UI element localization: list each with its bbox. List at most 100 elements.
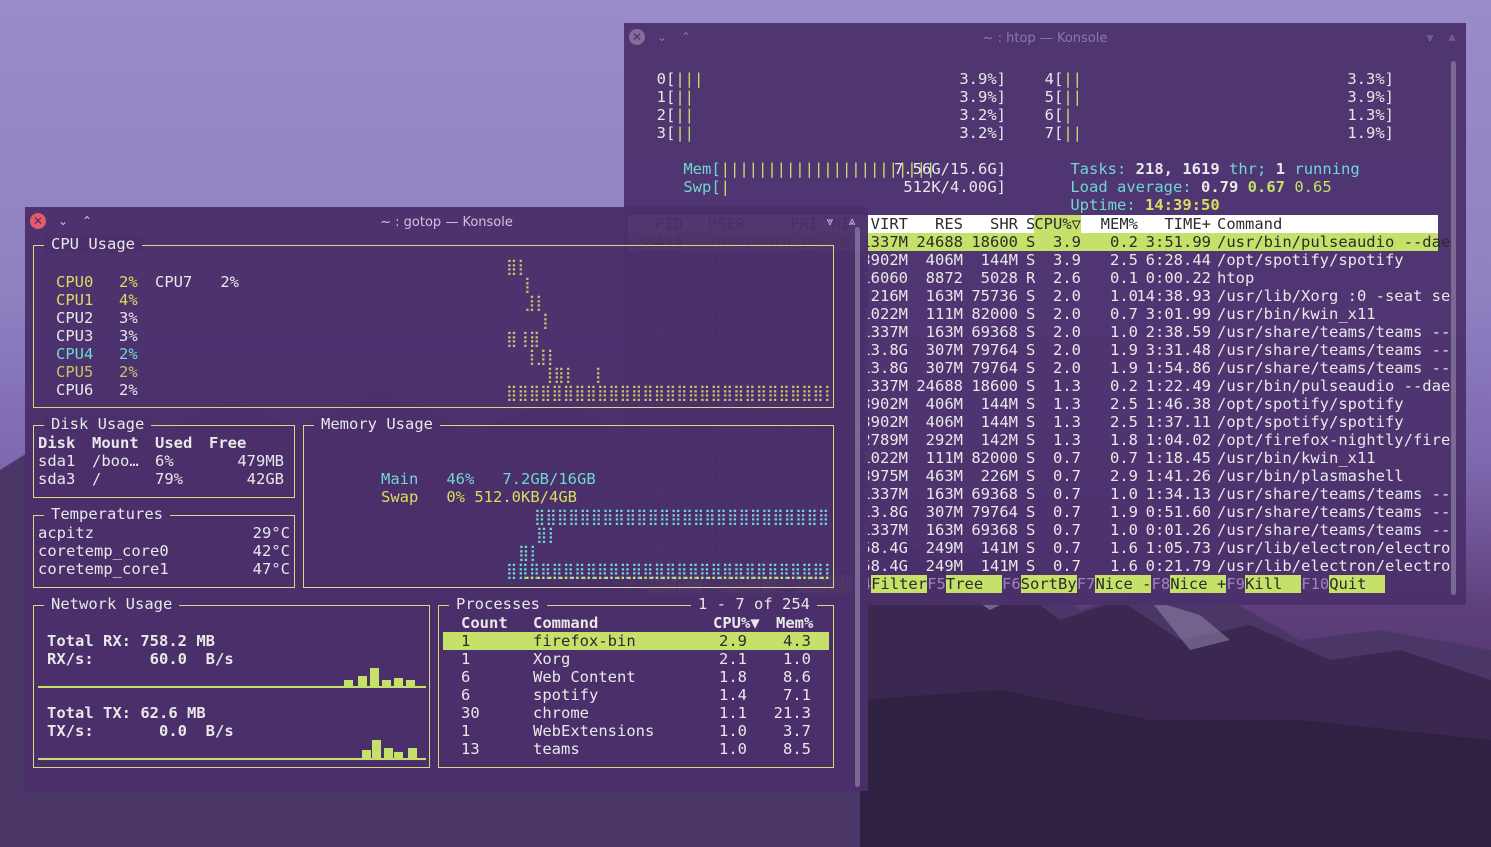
cpu-legend-item: CPU6 2% <box>56 381 138 399</box>
bracket: [ <box>666 124 676 142</box>
col-virt[interactable]: VIRT <box>871 215 908 233</box>
fkey-label: Filter <box>871 575 928 593</box>
disk-disk: sda1 <box>38 452 76 470</box>
free-col: Free <box>209 434 247 452</box>
cell-res: 163M <box>925 323 963 341</box>
col-res[interactable]: RES <box>935 215 963 233</box>
keep-above-icon[interactable]: ⩓ <box>1444 29 1460 45</box>
cell-mem: 1.8 <box>1110 431 1138 449</box>
col-shr[interactable]: SHR <box>990 215 1018 233</box>
cell-virt: 1337M <box>861 377 908 395</box>
bracket: [ <box>666 106 676 124</box>
cell-shr: 79764 <box>971 359 1018 377</box>
keep-below-icon[interactable]: ⩔ <box>1422 29 1438 45</box>
process-row[interactable]: 6 Web Content 1.8 8.6 <box>443 668 829 686</box>
tx-total-label: Total TX: <box>47 704 131 722</box>
cpu-meter-1: 1 [|| 3.9%] <box>646 88 1006 106</box>
cell-shr: 141M <box>980 539 1018 557</box>
cell-cmd: /opt/spotify/spotify <box>1217 251 1404 269</box>
processes-title: Processes <box>449 595 547 613</box>
col-mem[interactable]: MEM% <box>1101 215 1138 233</box>
cell-time: 1:22.49 <box>1145 377 1211 395</box>
fkey-f9[interactable]: F9Kill <box>1226 575 1302 593</box>
cpu-legend-item: CPU3 3% <box>56 327 138 345</box>
cell-s: S <box>1026 323 1036 341</box>
cpu-id: 3 <box>656 124 666 142</box>
scrollbar[interactable] <box>855 227 860 787</box>
keep-below-icon[interactable]: ⩔ <box>822 213 838 229</box>
disk-free: 42GB <box>246 470 284 488</box>
cell-cmd: /usr/lib/Xorg :0 -seat se <box>1217 287 1451 305</box>
process-row[interactable]: 6 spotify 1.4 7.1 <box>443 686 829 704</box>
fkey-key: F5 <box>927 575 946 593</box>
temp-value: 42°C <box>252 542 290 560</box>
cpu-bar-fill: ||| <box>675 70 704 88</box>
process-row[interactable]: 30 chrome 1.1 21.3 <box>443 704 829 722</box>
cpu-id: 5 <box>1044 88 1054 106</box>
proc-cpu: 1.0 <box>719 722 747 740</box>
cpu-bar: [|| <box>1054 70 1082 88</box>
process-row[interactable]: 1 firefox-bin 2.9 4.3 <box>443 632 829 650</box>
cell-mem: 1.0 <box>1110 323 1138 341</box>
col-cpu[interactable]: CPU%▽ <box>1034 215 1081 233</box>
cell-s: S <box>1026 431 1036 449</box>
cell-mem: 1.6 <box>1110 557 1138 575</box>
cell-res: 24688 <box>916 377 963 395</box>
cell-time: 0:00.22 <box>1145 269 1211 287</box>
cpu-name: CPU4 <box>56 345 94 363</box>
fkey-key: F7 <box>1076 575 1096 593</box>
proc-command: firefox-bin <box>533 632 636 650</box>
processes-header[interactable]: Count Command CPU%▼ Mem% <box>443 614 829 632</box>
cell-time: 1:05.73 <box>1145 539 1211 557</box>
cpu-graph-segment: ⣸⡇ <box>524 294 547 312</box>
col-command[interactable]: Command <box>1217 215 1282 233</box>
process-row[interactable]: 13 teams 1.0 8.5 <box>443 740 829 758</box>
cell-shr: 141M <box>980 557 1018 575</box>
cell-time: 1:54.86 <box>1145 359 1211 377</box>
cell-res: 8872 <box>925 269 963 287</box>
disk-usage-title: Disk Usage <box>44 415 152 433</box>
cell-cmd: /usr/bin/plasmashell <box>1217 467 1404 485</box>
cell-res: 249M <box>925 539 963 557</box>
bracket: [ <box>1054 124 1064 142</box>
process-row[interactable]: 1 WebExtensions 1.0 3.7 <box>443 722 829 740</box>
cell-virt: 3902M <box>861 251 908 269</box>
disk-mount: /boo… <box>92 452 139 470</box>
bracket: [ <box>1054 70 1064 88</box>
fkey-f8[interactable]: F8Nice + <box>1152 575 1227 593</box>
mount-col: Mount <box>92 434 139 452</box>
proc-count: 6 <box>461 686 471 704</box>
cpu-legend-item: CPU5 2% <box>56 363 138 381</box>
fkey-f10[interactable]: F10Quit <box>1301 575 1386 593</box>
disk-free: 479MB <box>237 452 284 470</box>
cpu-meters-right: 4 [|| 3.3%] 5 [|| 3.9%] 6 [| 1.3%] 7 [|| 1.9%] <box>1034 70 1394 142</box>
cpu-bar: [||| <box>666 70 703 88</box>
proc-count: 1 <box>461 632 471 650</box>
cell-time: 0:21.79 <box>1145 557 1211 575</box>
sparkline-bar <box>344 680 353 686</box>
scrollbar[interactable] <box>1451 61 1456 595</box>
fkey-f6[interactable]: F6SortBy <box>1002 575 1077 593</box>
temp-value: 47°C <box>252 560 290 578</box>
cell-mem: 2.5 <box>1110 395 1138 413</box>
process-row[interactable]: 1 Xorg 2.1 1.0 <box>443 650 829 668</box>
mem-graph-segment: ⣿⡇ <box>518 544 541 562</box>
cell-res: 163M <box>925 485 963 503</box>
cell-virt: 3902M <box>861 395 908 413</box>
cell-virt: 1337M <box>861 233 908 251</box>
cell-res: 406M <box>925 251 963 269</box>
mem-swap-name: Swap <box>381 488 419 506</box>
swp-label: Swp[ <box>683 178 721 196</box>
cell-cmd: /usr/bin/pulseaudio --dae <box>1217 233 1451 251</box>
cell-mem: 0.2 <box>1110 377 1138 395</box>
proc-mem: 21.3 <box>773 704 811 722</box>
cell-cmd: htop <box>1217 269 1255 287</box>
proc-cpu: 2.1 <box>719 650 747 668</box>
cell-cpu: 2.0 <box>1053 305 1081 323</box>
cpu-graph-segment: ⡇ <box>524 276 536 294</box>
col-time[interactable]: TIME+ <box>1164 215 1211 233</box>
cell-s: S <box>1026 287 1036 305</box>
cell-mem: 2.5 <box>1110 251 1138 269</box>
fkey-f7[interactable]: F7Nice - <box>1077 575 1152 593</box>
fkey-f5[interactable]: F5Tree <box>927 575 1002 593</box>
